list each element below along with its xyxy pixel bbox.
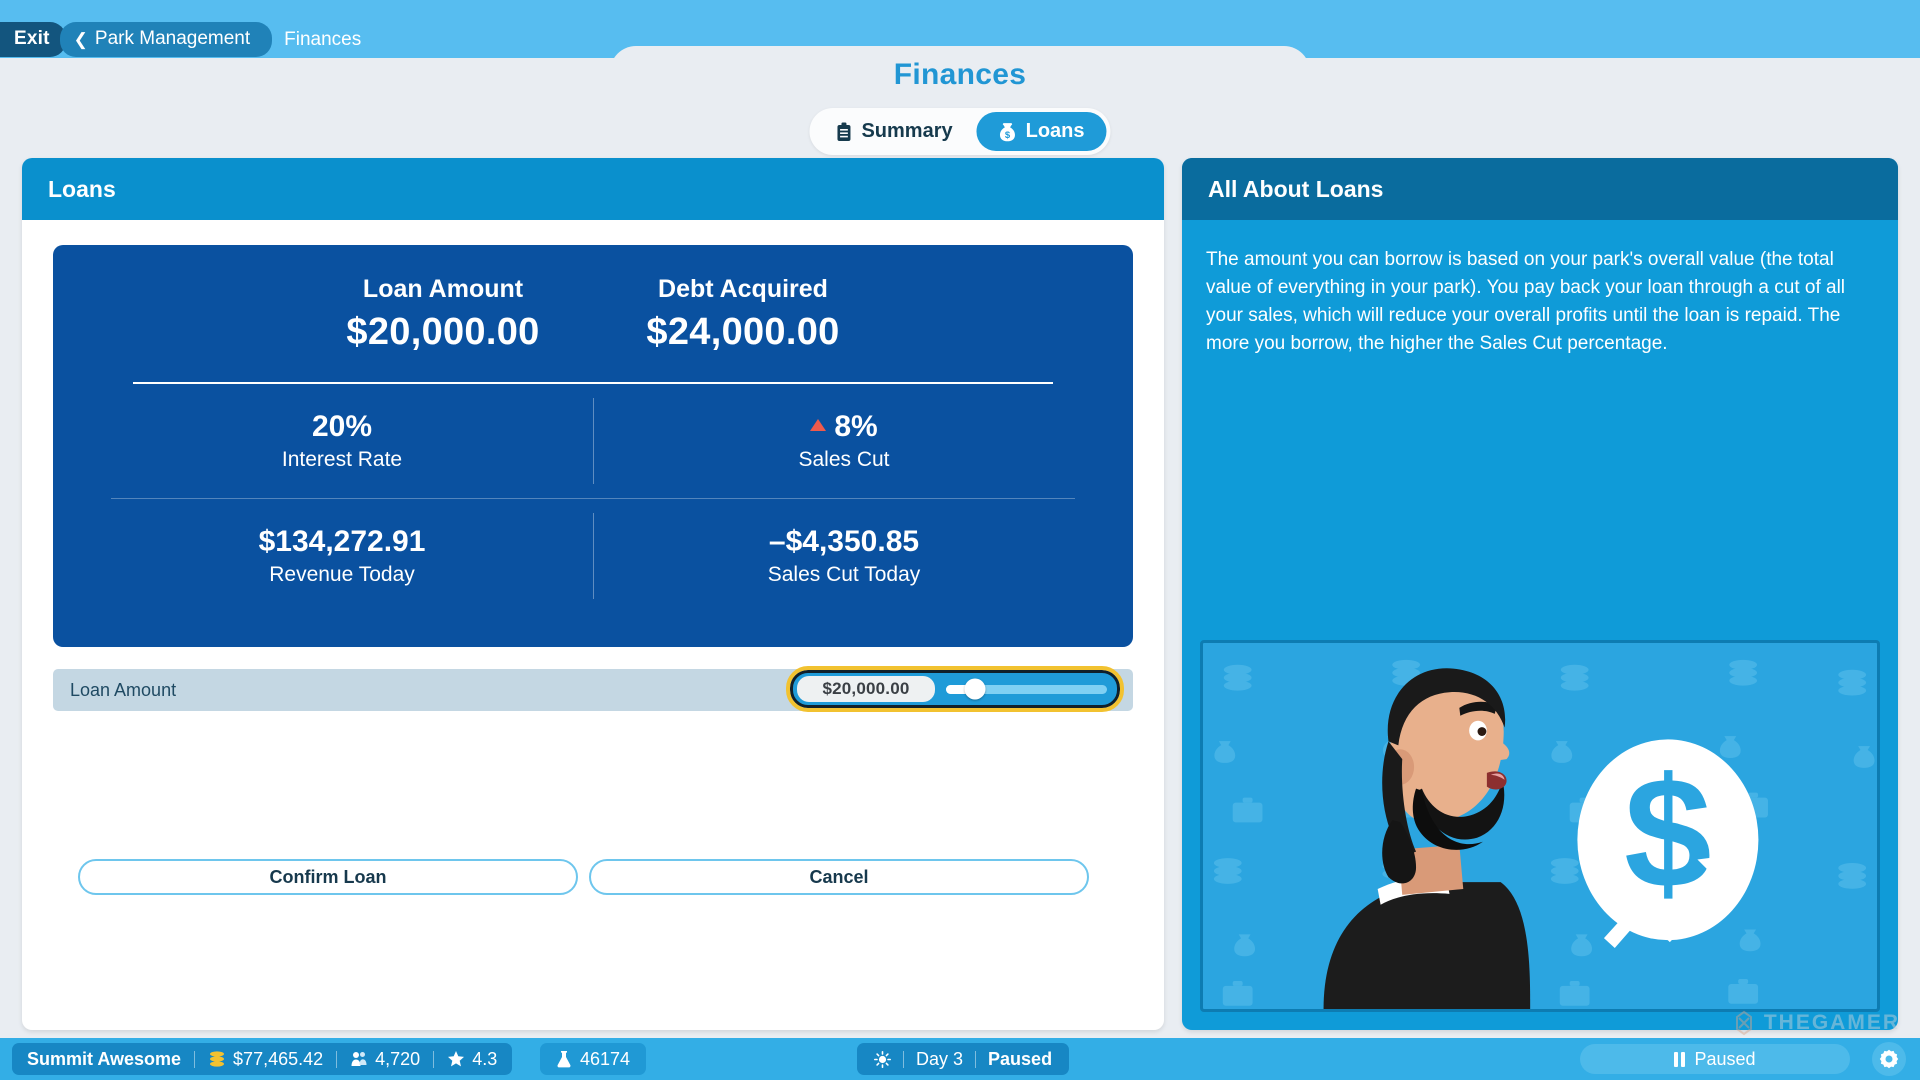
loans-panel-title: Loans [48, 175, 116, 202]
thegamer-logo-icon [1735, 1010, 1752, 1036]
rating-value: 4.3 [472, 1048, 498, 1069]
loan-amount-value: $20,000.00 [346, 311, 540, 353]
sales-cut-stat: 8% Sales Cut [593, 384, 1095, 498]
rate-stats-row: 20% Interest Rate 8% Sales Cut [91, 384, 1095, 498]
sales-cut-value-wrap: 8% [593, 410, 1095, 444]
slider-knob[interactable] [964, 678, 986, 700]
slider-track[interactable] [946, 678, 1107, 700]
exit-button[interactable]: Exit [0, 22, 66, 57]
star-icon [448, 1051, 465, 1067]
loan-amount-slider-row: Loan Amount $20,000.00 [53, 666, 1133, 712]
guests-stat: 4,720 [350, 1049, 420, 1070]
sales-cut-label: Sales Cut [798, 448, 890, 471]
chevron-left-icon: ❮ [73, 29, 88, 49]
breadcrumb: Exit ❮ Park Management Finances [0, 22, 361, 57]
interest-rate-stat: 20% Interest Rate [91, 384, 593, 498]
research-value: 46174 [580, 1048, 631, 1069]
loans-panel: Loans Loan Amount $20,000.00 Debt Acquir… [22, 158, 1164, 1030]
pause-button[interactable]: Paused [1580, 1044, 1850, 1074]
divider [433, 1050, 435, 1068]
loan-amount-slider[interactable]: $20,000.00 [786, 666, 1124, 712]
loan-amount-block: Loan Amount $20,000.00 [318, 275, 568, 354]
breadcrumb-parent-label: Park Management [94, 28, 251, 49]
pause-button-label: Paused [1694, 1048, 1756, 1069]
revenue-today-stat: $134,272.91 Revenue Today [91, 499, 593, 613]
debt-acquired-label: Debt Acquired [658, 275, 828, 303]
loans-hero-image: $ [1200, 640, 1880, 1012]
about-loans-body: The amount you can borrow is based on yo… [1206, 249, 1846, 354]
interest-rate-value: 20% [311, 410, 373, 443]
dollar-growth-icon: $ [1577, 739, 1759, 948]
about-loans-title: All About Loans [1208, 175, 1384, 202]
divider [336, 1050, 338, 1068]
money-stat: $77,465.42 [208, 1049, 323, 1070]
money-value: $77,465.42 [233, 1048, 324, 1069]
about-loans-header: All About Loans [1182, 158, 1898, 220]
loan-amount-slider-value[interactable]: $20,000.00 [797, 676, 935, 702]
page-title: Finances [893, 58, 1027, 91]
guests-value: 4,720 [375, 1048, 421, 1069]
coins-icon [210, 1051, 225, 1067]
revenue-today-value: $134,272.91 [258, 525, 426, 558]
loans-panel-header: Loans [22, 158, 1164, 220]
svg-text:$: $ [1005, 130, 1011, 141]
sales-cut-today-stat: –$4,350.85 Sales Cut Today [593, 499, 1095, 613]
time-group: Day 3 Paused [857, 1043, 1070, 1075]
sales-cut-today-label: Sales Cut Today [767, 563, 921, 586]
revenue-today-label: Revenue Today [269, 563, 415, 586]
gear-icon [1879, 1049, 1899, 1069]
tab-summary[interactable]: Summary [813, 112, 974, 151]
pause-icon [1674, 1051, 1686, 1067]
research-stat: 46174 [540, 1043, 647, 1075]
interest-rate-label: Interest Rate [281, 448, 403, 471]
rating-stat: 4.3 [447, 1049, 497, 1070]
breadcrumb-park-management[interactable]: ❮ Park Management [59, 22, 273, 57]
clipboard-icon [835, 122, 852, 142]
loan-summary-card: Loan Amount $20,000.00 Debt Acquired $24… [53, 245, 1133, 647]
debt-acquired-value: $24,000.00 [646, 311, 840, 353]
confirm-loan-button[interactable]: Confirm Loan [78, 859, 578, 895]
divider [903, 1050, 904, 1068]
game-screen: Exit ❮ Park Management Finances Finances… [0, 0, 1920, 1080]
park-name: Summit Awesome [27, 1048, 182, 1069]
breadcrumb-current-label: Finances [284, 28, 362, 50]
loan-amount-slider-label: Loan Amount [70, 679, 177, 700]
tab-summary-label: Summary [861, 120, 953, 142]
tab-loans[interactable]: $ Loans [976, 112, 1107, 151]
money-bag-icon: $ [999, 122, 1017, 142]
park-stats-group: Summit Awesome $77,465.42 4,720 4.3 [12, 1043, 513, 1075]
settings-button[interactable] [1872, 1042, 1906, 1076]
guests-icon [351, 1052, 367, 1066]
loan-actions: Confirm Loan Cancel [78, 859, 1133, 895]
today-stats-row: $134,272.91 Revenue Today –$4,350.85 Sal… [91, 499, 1095, 613]
tab-bar: Summary $ Loans [809, 108, 1111, 155]
triangle-up-icon [810, 419, 827, 431]
loan-amount-label: Loan Amount [362, 275, 524, 303]
sales-cut-value: 8% [834, 410, 878, 443]
sales-cut-today-value: –$4,350.85 [768, 525, 920, 558]
divider [975, 1050, 977, 1068]
sun-icon [874, 1050, 891, 1068]
day-counter: Day 3 [916, 1048, 964, 1069]
flask-icon [557, 1051, 571, 1068]
cancel-button[interactable]: Cancel [589, 859, 1089, 895]
loan-amount-row: Loan Amount $20,000.00 Debt Acquired $24… [91, 275, 1095, 354]
about-loans-panel: All About Loans The amount you can borro… [1182, 158, 1898, 1030]
character-illustration: $ [1323, 668, 1759, 1009]
paused-status: Paused [988, 1048, 1053, 1069]
status-bar: Summit Awesome $77,465.42 4,720 4.3 4617… [0, 1038, 1920, 1080]
debt-acquired-block: Debt Acquired $24,000.00 [618, 275, 868, 354]
tab-loans-label: Loans [1025, 120, 1085, 142]
watermark-text: THEGAMER [1763, 1011, 1900, 1034]
watermark: THEGAMER [1731, 1010, 1900, 1036]
divider [194, 1050, 196, 1068]
